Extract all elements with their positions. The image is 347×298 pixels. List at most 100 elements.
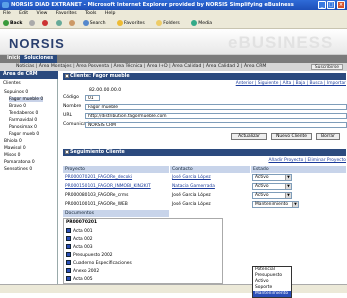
name-field[interactable]: Fagor mueble bbox=[85, 104, 347, 110]
status-select[interactable]: Activo ▼ bbox=[252, 183, 292, 190]
project-link[interactable]: PR000070201_FAGORe_decoki bbox=[65, 174, 132, 181]
home-icon bbox=[69, 19, 76, 26]
maximize-button[interactable]: □ bbox=[327, 1, 335, 9]
document-icon bbox=[66, 236, 71, 241]
document-item[interactable]: Acta 002 bbox=[66, 236, 93, 242]
project-name[interactable]: PR000080103_FAGORe_crms bbox=[65, 192, 128, 199]
contact-link[interactable]: Natacia Gamerrada bbox=[172, 183, 215, 190]
sidebar-item[interactable]: Pomaratona 0 bbox=[4, 160, 35, 165]
stop-button[interactable] bbox=[42, 19, 49, 26]
search-button[interactable]: Search bbox=[82, 19, 111, 26]
project-actions[interactable]: Añadir Proyecto | Eliminar Proyecto bbox=[63, 158, 346, 163]
forward-arrow-icon bbox=[28, 19, 35, 26]
sidebar-title: Área de CRM bbox=[3, 72, 38, 77]
panel-collapse-icon[interactable] bbox=[65, 150, 69, 154]
document-icon bbox=[66, 260, 71, 265]
chevron-down-icon: ▼ bbox=[285, 184, 291, 189]
field-label: Nombre bbox=[63, 104, 82, 109]
chevron-down-icon: ▼ bbox=[285, 193, 291, 198]
code-field[interactable]: 01 bbox=[85, 95, 100, 101]
browser-toolbar: Back Search Favorites Folders Media bbox=[0, 18, 347, 29]
close-button[interactable]: × bbox=[337, 1, 345, 9]
site-banner: NORSIS eBUSINESS bbox=[0, 29, 347, 55]
folders-button[interactable]: Folders bbox=[156, 19, 185, 26]
client-panel-title: Cliente: Fagor mueble bbox=[70, 74, 130, 79]
sidebar-item[interactable]: Tendaberos 0 bbox=[9, 111, 38, 116]
project-name[interactable]: PR000100101_FAGORe_WEB bbox=[65, 201, 128, 208]
column-header: Contacto bbox=[170, 166, 250, 173]
sidebar-item[interactable]: Farmavidal 0 bbox=[9, 118, 37, 123]
media-button[interactable]: Media bbox=[191, 19, 217, 26]
sidebar-item[interactable]: Misos 0 bbox=[4, 153, 20, 158]
minimize-button[interactable]: _ bbox=[318, 1, 326, 9]
document-item[interactable]: Cuaderno Especificaciones bbox=[66, 260, 132, 266]
field-label: URL bbox=[63, 113, 73, 118]
sub-nav: Noticias | Área Montajes | Área Posventa… bbox=[0, 63, 347, 71]
document-item[interactable]: Acta 003 bbox=[66, 244, 93, 250]
sidebar-item[interactable]: Fagor mueble 0 bbox=[9, 97, 44, 102]
star-icon bbox=[117, 19, 123, 26]
sidebar: Clientes Sopuinos 0 Fagor mueble 0 Bravo… bbox=[0, 79, 58, 284]
menu-tools[interactable]: Tools bbox=[85, 11, 96, 16]
forward-button[interactable] bbox=[28, 19, 36, 26]
main-content: Cliente: Fagor mueble Anterior | Siguien… bbox=[59, 71, 347, 284]
home-button[interactable] bbox=[69, 19, 76, 26]
sidebar-item[interactable]: Sensotines 0 bbox=[4, 167, 32, 172]
sidebar-item[interactable]: Sopuinos 0 bbox=[4, 90, 28, 95]
stop-icon bbox=[42, 19, 49, 26]
document-item[interactable]: Acta 005 bbox=[66, 276, 93, 282]
refresh-button[interactable] bbox=[55, 19, 63, 26]
status-select[interactable]: Activo ▼ bbox=[252, 174, 292, 181]
doc-project: PR00070201 bbox=[66, 220, 98, 225]
status-select-open[interactable]: Mantenimiento ▼ bbox=[252, 201, 299, 208]
column-header: Proyecto bbox=[63, 166, 169, 173]
menu-help[interactable]: Help bbox=[105, 11, 115, 16]
document-item[interactable]: Acta 001 bbox=[66, 228, 93, 234]
sidebar-item[interactable]: Bhiola 0 bbox=[4, 139, 22, 144]
contact-link[interactable]: José García López bbox=[172, 174, 211, 181]
contact-name[interactable]: José García López bbox=[172, 201, 211, 208]
sidebar-item[interactable]: Fagor mueb 0 bbox=[9, 132, 39, 137]
document-item[interactable]: Presupuesto 2002 bbox=[66, 252, 113, 258]
contact-name[interactable]: José García López bbox=[172, 192, 211, 199]
chevron-down-icon: ▼ bbox=[285, 175, 291, 180]
sidebar-item[interactable]: Bravo 0 bbox=[9, 104, 26, 109]
search-icon bbox=[82, 19, 89, 26]
sub-nav-links[interactable]: Noticias | Área Montajes | Área Posventa… bbox=[16, 64, 266, 69]
followup-panel-title: Seguimiento Cliente bbox=[70, 150, 125, 155]
project-link[interactable]: PR000150101_FAGOR_INMOBI_KIN2KIT bbox=[65, 183, 151, 190]
status-dropdown[interactable]: Potencial Presupuesto Activo Soporte Man… bbox=[252, 266, 292, 298]
client-record-nav[interactable]: Anterior | Siguiente | Alta | Baja | Bus… bbox=[63, 81, 346, 86]
document-icon bbox=[66, 268, 71, 273]
ie-icon bbox=[2, 2, 9, 8]
client-id: 82.00.00.00.0 bbox=[89, 88, 122, 93]
window-title: NORSIS DIAD EXTRANET - Microsoft Interne… bbox=[11, 2, 294, 8]
sidebar-header: Área de CRM bbox=[0, 71, 58, 79]
url-field[interactable]: http://distribution.fagormueble.com bbox=[85, 113, 347, 119]
new-client-button[interactable]: Nuevo Cliente bbox=[271, 133, 312, 140]
comunicado-field[interactable]: NORSIS CRM bbox=[85, 122, 347, 128]
title-bar: NORSIS DIAD EXTRANET - Microsoft Interne… bbox=[0, 0, 347, 10]
subscribe-button[interactable]: Suscribirse bbox=[310, 64, 343, 70]
document-item[interactable]: Anexo 2002 bbox=[66, 268, 99, 274]
sidebar-item[interactable]: Panosimax 0 bbox=[9, 125, 37, 130]
menu-file[interactable]: File bbox=[3, 11, 11, 16]
menu-edit[interactable]: Edit bbox=[19, 11, 28, 16]
sidebar-item[interactable]: Mawisol 0 bbox=[4, 146, 26, 151]
document-icon bbox=[66, 276, 71, 281]
back-button[interactable]: Back bbox=[3, 19, 22, 26]
clear-button[interactable]: Borrar bbox=[316, 133, 340, 140]
document-icon bbox=[66, 252, 71, 257]
menu-favorites[interactable]: Favorites bbox=[56, 11, 77, 16]
sidebar-label: Clientes bbox=[3, 81, 21, 86]
panel-collapse-icon[interactable] bbox=[65, 74, 69, 78]
status-option-selected[interactable]: Mantenimiento bbox=[253, 291, 291, 297]
nav-soluciones[interactable]: Soluciones bbox=[20, 55, 58, 63]
banner-tagline: eBUSINESS bbox=[228, 33, 334, 52]
client-panel-header: Cliente: Fagor mueble bbox=[63, 73, 346, 80]
update-button[interactable]: Actualizar bbox=[231, 133, 267, 140]
menu-view[interactable]: View bbox=[37, 11, 48, 16]
back-arrow-icon bbox=[3, 19, 9, 26]
favorites-button[interactable]: Favorites bbox=[117, 19, 150, 26]
status-select[interactable]: Activo ▼ bbox=[252, 192, 292, 199]
